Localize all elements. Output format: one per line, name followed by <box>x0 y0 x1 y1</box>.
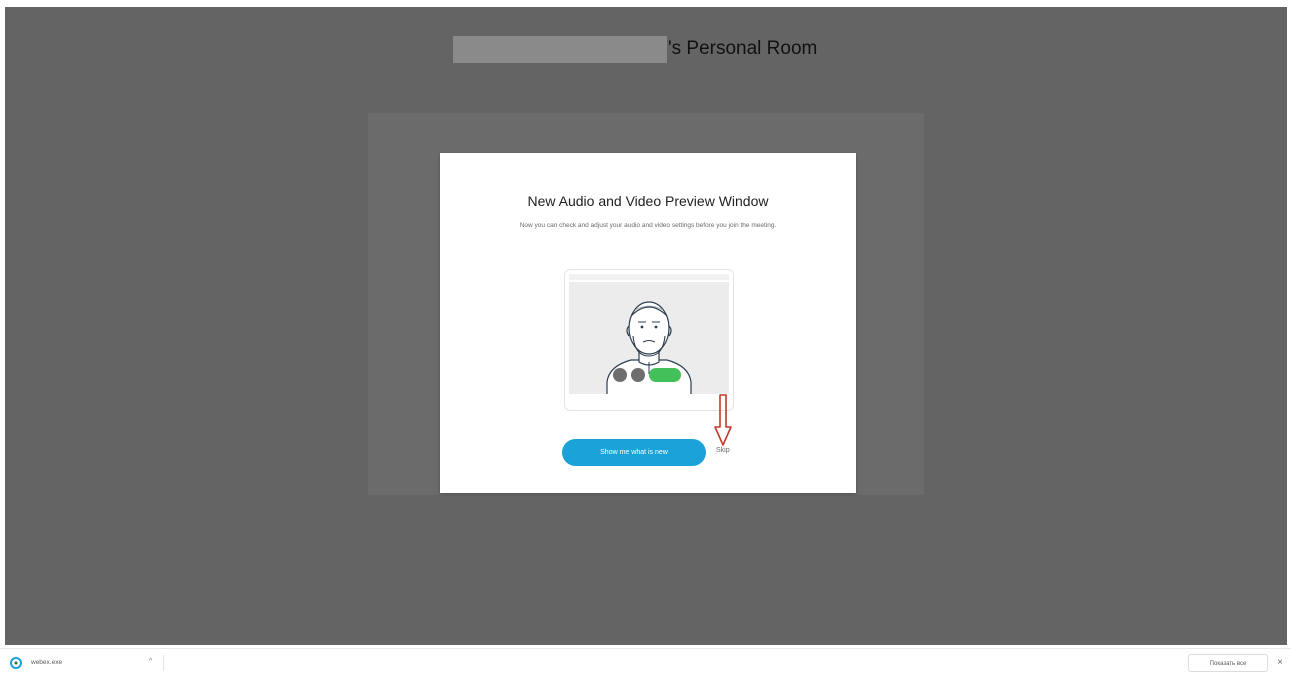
show-all-downloads-button[interactable]: Показать все <box>1188 654 1268 672</box>
webex-installer-icon <box>10 657 22 669</box>
preview-illustration-card <box>564 269 734 411</box>
host-name-redacted <box>453 36 667 63</box>
download-divider <box>163 655 164 671</box>
preview-window-titlebar <box>569 274 729 280</box>
browser-download-bar: webex.exe ^ Показать все × <box>0 648 1291 677</box>
join-toggle-icon <box>649 368 681 382</box>
modal-title: New Audio and Video Preview Window <box>527 193 769 209</box>
download-item[interactable]: webex.exe ^ <box>10 655 158 671</box>
show-me-what-is-new-button[interactable]: Show me what is new <box>562 439 706 466</box>
annotation-arrow-down-icon <box>714 394 732 446</box>
mute-audio-icon <box>613 368 627 382</box>
modal-description: Now you can check and adjust your audio … <box>519 222 777 229</box>
screen: 's Personal Room New Audio and Video Pre… <box>0 0 1291 677</box>
camera-icon <box>631 368 645 382</box>
chevron-up-icon[interactable]: ^ <box>149 656 152 668</box>
personal-room-title: 's Personal Room <box>668 38 818 59</box>
close-icon[interactable]: × <box>1274 654 1286 672</box>
download-file-name: webex.exe <box>31 659 63 666</box>
preview-window-modal: New Audio and Video Preview Window Now y… <box>440 153 856 493</box>
